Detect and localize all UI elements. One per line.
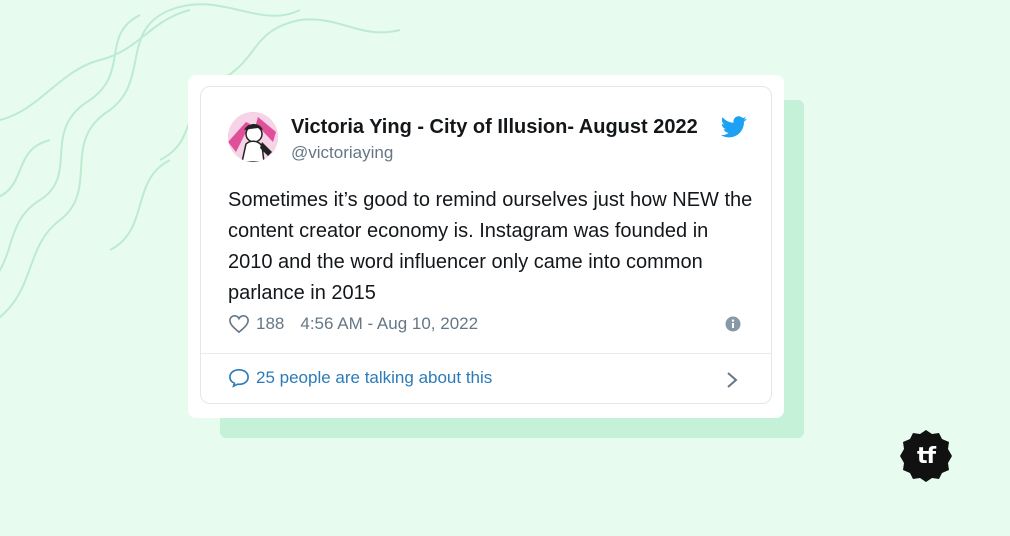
tf-logo-text: tf xyxy=(916,443,936,469)
author-name[interactable]: Victoria Ying - City of Illusion- August… xyxy=(291,116,723,139)
avatar[interactable] xyxy=(228,112,278,162)
twitter-bird-icon[interactable] xyxy=(721,116,747,138)
author-handle[interactable]: @victoriaying xyxy=(291,143,393,163)
like-count: 188 xyxy=(256,314,285,333)
heart-icon[interactable] xyxy=(228,314,250,334)
divider xyxy=(201,353,771,354)
tweet-card[interactable]: Victoria Ying - City of Illusion- August… xyxy=(200,86,772,404)
info-icon[interactable] xyxy=(725,316,741,332)
comment-bubble-icon xyxy=(229,368,249,388)
conversation-label: 25 people are talking about this xyxy=(256,368,493,387)
conversation-link[interactable]: 25 people are talking about this xyxy=(228,368,492,388)
tweet-timestamp[interactable]: 4:56 AM - Aug 10, 2022 xyxy=(300,314,478,334)
tweet-meta: 188 4:56 AM - Aug 10, 2022 xyxy=(228,313,743,335)
tweet-text: Sometimes it’s good to remind ourselves … xyxy=(228,189,753,304)
chevron-right-icon[interactable] xyxy=(725,370,739,390)
